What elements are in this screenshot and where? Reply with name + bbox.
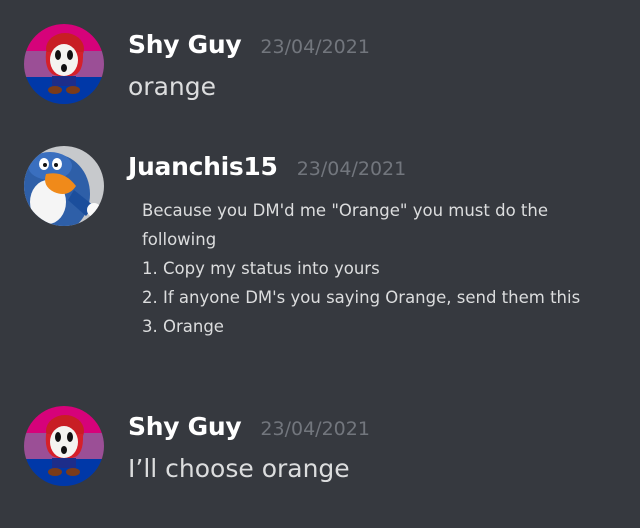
message-text: I’ll choose orange xyxy=(128,454,350,483)
shy-guy-avatar-icon[interactable] xyxy=(24,24,104,104)
message-header: Shy Guy 23/04/2021 xyxy=(128,30,370,59)
message-text: orange xyxy=(128,72,216,101)
message-line: 2. If anyone DM's you saying Orange, sen… xyxy=(142,288,581,307)
message-line: 3. Orange xyxy=(142,317,224,336)
chat-log: Shy Guy 23/04/2021 orange Juanchis15 23/… xyxy=(0,0,640,528)
message-line: 1. Copy my status into yours xyxy=(142,259,380,278)
message-line: following xyxy=(142,230,217,249)
shy-guy-avatar-icon[interactable] xyxy=(24,406,104,486)
timestamp: 23/04/2021 xyxy=(260,418,370,440)
penguin-avatar-icon[interactable] xyxy=(24,146,104,226)
timestamp: 23/04/2021 xyxy=(296,158,407,180)
message-line: Because you DM'd me "Orange" you must do… xyxy=(142,201,549,220)
username[interactable]: Shy Guy xyxy=(128,30,242,59)
username[interactable]: Juanchis15 xyxy=(128,152,278,181)
username[interactable]: Shy Guy xyxy=(128,412,242,441)
message-header: Shy Guy 23/04/2021 xyxy=(128,412,370,441)
timestamp: 23/04/2021 xyxy=(260,36,370,58)
message-image-text: Because you DM'd me "Orange" you must do… xyxy=(142,196,580,341)
message-header: Juanchis15 23/04/2021 xyxy=(128,152,406,181)
